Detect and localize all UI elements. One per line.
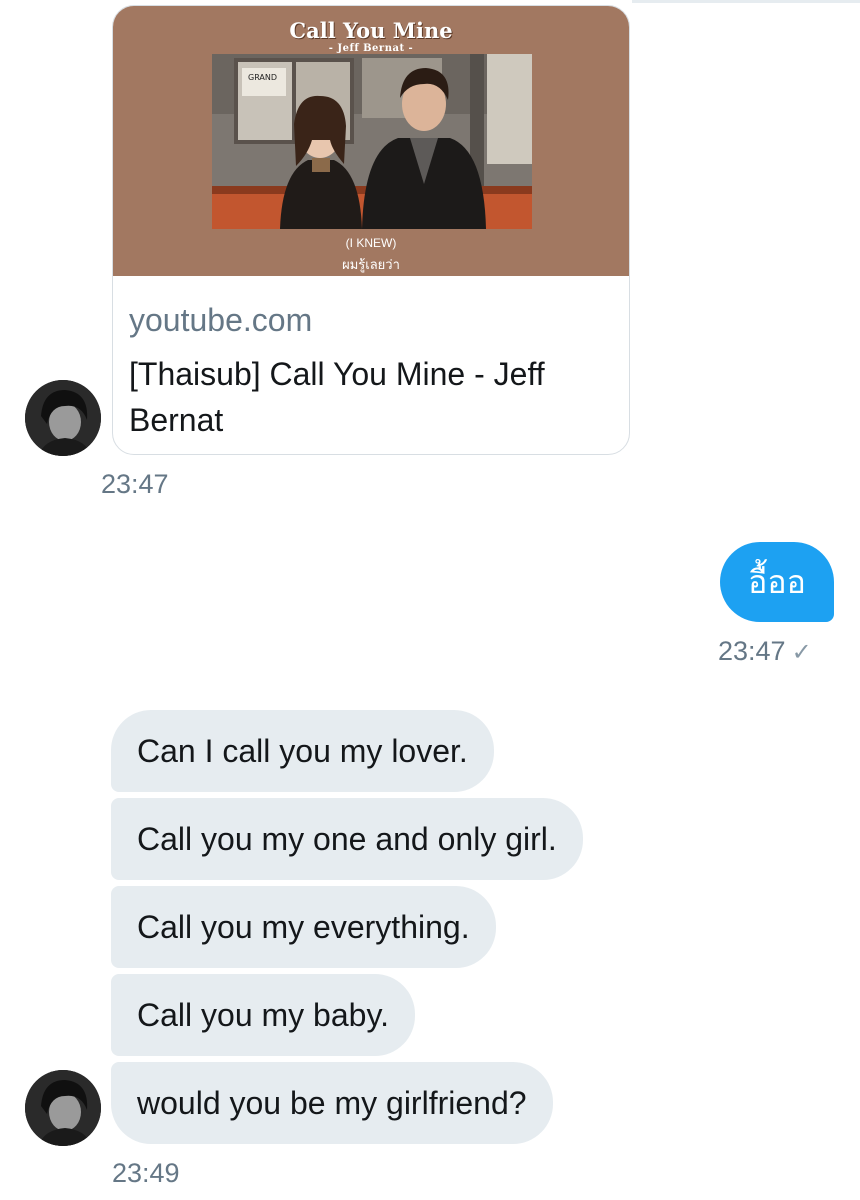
- avatar-image: [25, 380, 101, 456]
- message-text: Can I call you my lover.: [137, 732, 468, 769]
- thumbnail-caption-english: (I KNEW): [345, 236, 397, 250]
- timestamp-text: 23:47: [718, 636, 786, 666]
- subway-photo-image: GRAND: [212, 54, 532, 229]
- link-preview-card[interactable]: Call You Mine - Jeff Bernat - GRAND (I K…: [112, 5, 630, 455]
- avatar-image: [25, 1070, 101, 1146]
- check-icon: ✓: [791, 639, 812, 666]
- message-text: Call you my one and only girl.: [137, 820, 557, 857]
- incoming-message-bubble[interactable]: Call you my baby.: [111, 974, 415, 1056]
- message-text: Call you my everything.: [137, 908, 470, 945]
- top-divider: [632, 0, 860, 3]
- timestamp-outgoing: 23:47 ✓: [718, 636, 812, 667]
- link-title[interactable]: [Thaisub] Call You Mine - Jeff Bernat: [129, 351, 619, 443]
- thumbnail-title: Call You Mine: [289, 18, 453, 43]
- incoming-message-bubble[interactable]: would you be my girlfriend?: [111, 1062, 553, 1144]
- timestamp: 23:47: [101, 469, 169, 499]
- outgoing-message-text: อื้ออ: [748, 563, 806, 600]
- link-domain: youtube.com: [129, 302, 313, 338]
- incoming-message-bubble[interactable]: Can I call you my lover.: [111, 710, 494, 792]
- incoming-message-bubble[interactable]: Call you my one and only girl.: [111, 798, 583, 880]
- message-text: Call you my baby.: [137, 996, 389, 1033]
- poster-text: GRAND: [248, 73, 277, 82]
- thumbnail-subtitle: - Jeff Bernat -: [328, 43, 414, 54]
- video-thumbnail[interactable]: Call You Mine - Jeff Bernat - GRAND (I K…: [113, 6, 629, 276]
- message-text: would you be my girlfriend?: [137, 1084, 527, 1121]
- sender-avatar[interactable]: [25, 1070, 101, 1146]
- timestamp: 23:49: [112, 1158, 180, 1188]
- outgoing-message-bubble[interactable]: อื้ออ: [720, 542, 834, 622]
- sender-avatar[interactable]: [25, 380, 101, 456]
- thumbnail-caption-thai: ผมรู้เลยว่า: [342, 257, 400, 272]
- incoming-message-bubble[interactable]: Call you my everything.: [111, 886, 496, 968]
- thumbnail-photo: GRAND: [212, 54, 532, 229]
